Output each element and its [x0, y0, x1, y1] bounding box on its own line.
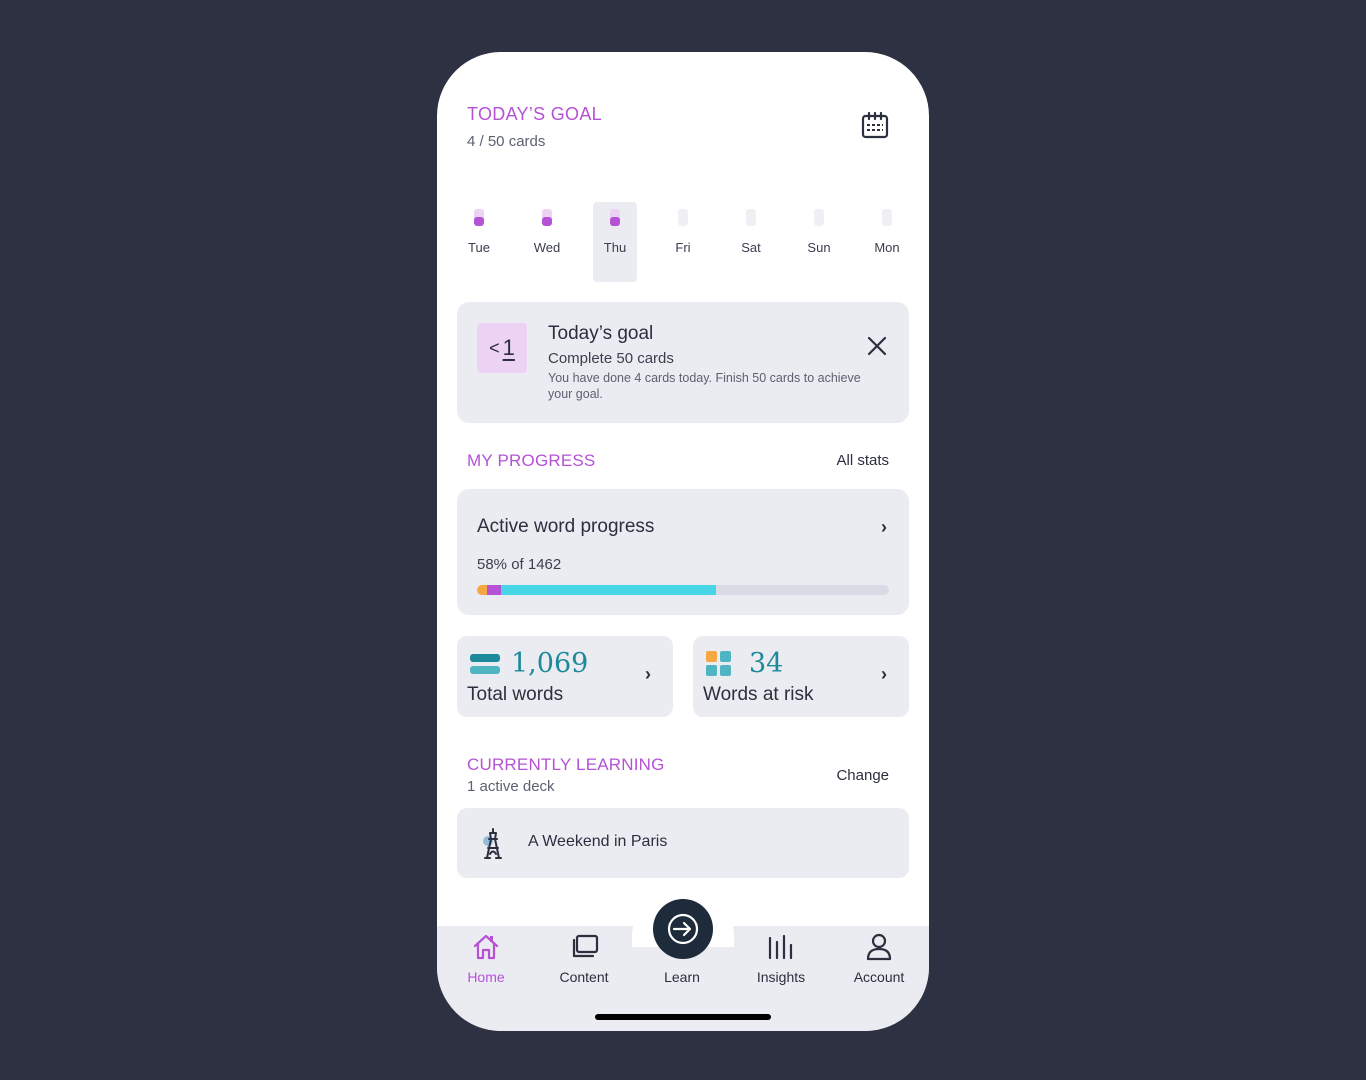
day-progress-indicator: [474, 209, 484, 226]
calendar-icon: [861, 111, 889, 139]
chevron-right-icon: ›: [881, 517, 887, 537]
eiffel-tower-icon: [483, 828, 502, 859]
tab-content[interactable]: Content: [535, 926, 633, 996]
home-icon: [471, 932, 501, 962]
day-progress-indicator: [882, 209, 892, 226]
learn-button[interactable]: [653, 899, 713, 959]
words-at-risk-label: Words at risk: [703, 684, 814, 705]
active-word-progress-title: Active word progress: [477, 516, 655, 537]
active-word-progress-summary: 58% of 1462: [477, 556, 562, 573]
day-progress-indicator: [542, 209, 552, 226]
total-words-card[interactable]: 1,069 Total words ›: [457, 636, 673, 717]
all-stats-link[interactable]: All stats: [836, 452, 889, 469]
tab-insights[interactable]: Insights: [732, 926, 830, 996]
day-progress-indicator: [814, 209, 824, 226]
active-deck-count: 1 active deck: [467, 778, 555, 795]
tab-account[interactable]: Account: [830, 926, 928, 996]
close-icon: [867, 336, 887, 356]
words-at-risk-card[interactable]: 34 Words at risk ›: [693, 636, 909, 717]
goal-badge: <1: [477, 323, 527, 373]
tab-label: Account: [853, 969, 905, 985]
day-progress-indicator: [746, 209, 756, 226]
day-fri[interactable]: Fri: [661, 202, 705, 282]
day-label: Wed: [533, 240, 561, 255]
tab-label: Insights: [756, 969, 806, 985]
tab-home[interactable]: Home: [437, 926, 535, 996]
goal-card-subtitle: Complete 50 cards: [548, 350, 674, 367]
goal-badge-number: 1: [502, 335, 515, 360]
progress-segment-purple: [486, 585, 501, 595]
day-thu[interactable]: Thu: [593, 202, 637, 282]
change-deck-link[interactable]: Change: [836, 767, 889, 784]
progress-segment-cyan: [500, 585, 717, 595]
day-wed[interactable]: Wed: [525, 202, 569, 282]
tab-label: Learn: [664, 969, 700, 985]
currently-learning-title: CURRENTLY LEARNING: [467, 755, 665, 774]
tab-label: Home: [467, 969, 505, 985]
bar-chart-icon: [766, 932, 796, 962]
week-strip: Tue Wed Thu Fri Sat Sun Mon: [457, 202, 909, 282]
phone-screen: TODAY’S GOAL 4 / 50 cards Tue Wed Thu Fr…: [437, 52, 929, 1031]
day-label: Fri: [675, 240, 691, 255]
day-label: Sat: [741, 240, 761, 255]
user-icon: [864, 932, 894, 962]
day-tue[interactable]: Tue: [457, 202, 501, 282]
day-sat[interactable]: Sat: [729, 202, 773, 282]
calendar-button[interactable]: [859, 110, 891, 142]
day-label: Tue: [468, 240, 490, 255]
home-indicator: [595, 1014, 771, 1020]
my-progress-title: MY PROGRESS: [467, 451, 596, 470]
total-words-label: Total words: [467, 684, 564, 705]
chevron-right-icon: ›: [645, 664, 651, 684]
progress-segment-orange: [477, 585, 487, 595]
words-at-risk-value: 34: [749, 648, 784, 679]
day-progress-indicator: [610, 209, 620, 226]
todays-goal-card: <1 Today’s goal Complete 50 cards You ha…: [457, 302, 909, 423]
todays-goal-count: 4 / 50 cards: [467, 133, 546, 150]
tab-label: Content: [559, 969, 609, 985]
stack-icon: [470, 654, 500, 674]
day-label: Mon: [874, 240, 900, 255]
goal-badge-symbol: <: [489, 337, 500, 358]
day-mon[interactable]: Mon: [865, 202, 909, 282]
todays-goal-header: TODAY’S GOAL 4 / 50 cards: [467, 104, 602, 150]
chevron-right-icon: ›: [881, 664, 887, 684]
deck-item[interactable]: A Weekend in Paris: [457, 808, 909, 878]
grid-icon: [706, 651, 731, 676]
cards-icon: [569, 932, 599, 962]
arrow-right-circle-icon: [667, 913, 699, 945]
goal-card-title: Today’s goal: [548, 323, 654, 344]
active-word-progress-bar: [477, 585, 889, 595]
active-word-progress-card[interactable]: Active word progress › 58% of 1462: [457, 489, 909, 615]
day-label: Sun: [807, 240, 831, 255]
total-words-value: 1,069: [511, 648, 589, 679]
day-label: Thu: [603, 240, 627, 255]
todays-goal-title: TODAY’S GOAL: [467, 104, 602, 124]
close-goal-card-button[interactable]: [865, 334, 889, 358]
goal-card-description: You have done 4 cards today. Finish 50 c…: [548, 371, 861, 401]
day-progress-indicator: [678, 209, 688, 226]
deck-name: A Weekend in Paris: [528, 833, 668, 850]
day-sun[interactable]: Sun: [797, 202, 841, 282]
